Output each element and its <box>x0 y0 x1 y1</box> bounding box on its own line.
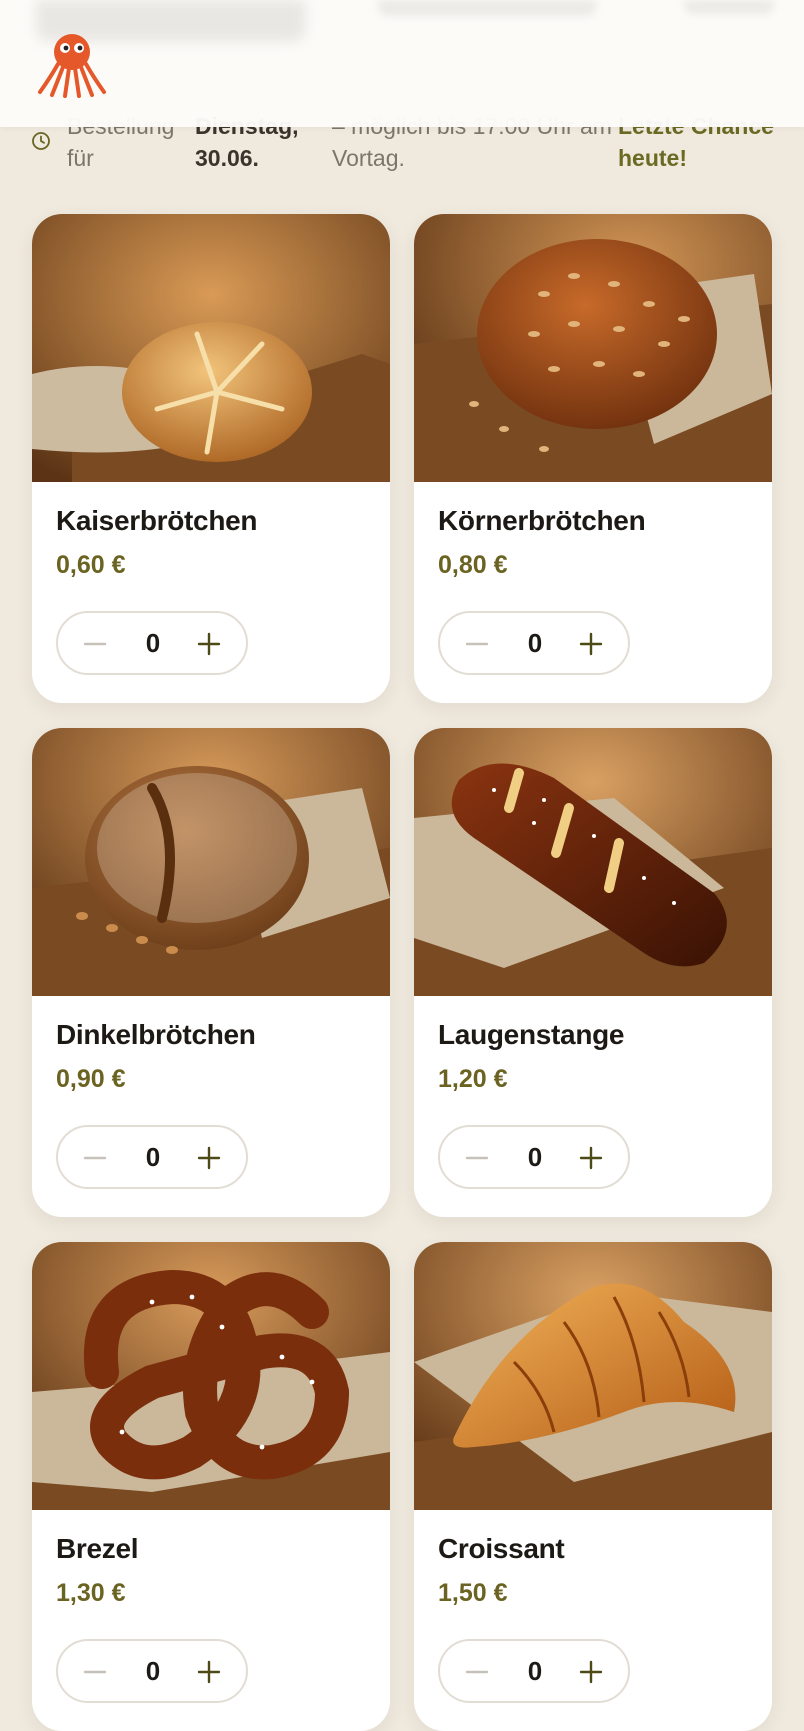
product-name: Körnerbrötchen <box>438 505 646 536</box>
product-image <box>32 214 390 482</box>
quantity-stepper: 0 <box>56 1639 248 1703</box>
plus-icon[interactable] <box>572 1653 610 1691</box>
header-blurred-element <box>378 0 596 16</box>
quantity-value: 0 <box>145 628 161 658</box>
dinkelbroetchen-image <box>32 728 390 996</box>
minus-icon[interactable] <box>458 1139 496 1177</box>
quantity-stepper: 0 <box>438 611 630 675</box>
minus-icon[interactable] <box>458 625 496 663</box>
product-price: 0,60 € <box>56 551 126 579</box>
product-image <box>32 728 390 996</box>
brezel-image <box>32 1242 390 1510</box>
product-name: Laugenstange <box>438 1019 625 1050</box>
product-image <box>414 214 772 482</box>
plus-icon[interactable] <box>190 1139 228 1177</box>
product-price: 1,50 € <box>438 1579 508 1607</box>
plus-icon[interactable] <box>190 625 228 663</box>
product-name: Brezel <box>56 1533 139 1564</box>
quantity-value: 0 <box>145 1142 161 1172</box>
product-name: Croissant <box>438 1533 565 1564</box>
product-image <box>414 1242 772 1510</box>
quantity-value: 0 <box>145 1656 161 1686</box>
product-card: Körnerbrötchen 0,80 € 0 <box>414 214 772 703</box>
quantity-value: 0 <box>527 628 543 658</box>
octopus-logo-icon[interactable] <box>36 30 108 98</box>
laugenstange-image <box>414 728 772 996</box>
plus-icon[interactable] <box>190 1653 228 1691</box>
product-image <box>414 728 772 996</box>
app-header <box>0 0 804 127</box>
minus-icon[interactable] <box>76 625 114 663</box>
product-name: Dinkelbrötchen <box>56 1019 256 1050</box>
product-card: Brezel 1,30 € 0 <box>32 1242 390 1731</box>
plus-icon[interactable] <box>572 625 610 663</box>
quantity-stepper: 0 <box>56 611 248 675</box>
product-image <box>32 1242 390 1510</box>
product-price: 0,80 € <box>438 551 508 579</box>
minus-icon[interactable] <box>458 1653 496 1691</box>
koernerbroetchen-image <box>414 214 772 482</box>
header-blurred-element <box>684 0 774 14</box>
product-card: Croissant 1,50 € 0 <box>414 1242 772 1731</box>
quantity-value: 0 <box>527 1656 543 1686</box>
quantity-stepper: 0 <box>56 1125 248 1189</box>
minus-icon[interactable] <box>76 1139 114 1177</box>
product-card: Kaiserbrötchen 0,60 € 0 <box>32 214 390 703</box>
minus-icon[interactable] <box>76 1653 114 1691</box>
product-card: Dinkelbrötchen 0,90 € 0 <box>32 728 390 1217</box>
product-name: Kaiserbrötchen <box>56 505 258 536</box>
croissant-image <box>414 1242 772 1510</box>
product-price: 1,30 € <box>56 1579 126 1607</box>
quantity-stepper: 0 <box>438 1639 630 1703</box>
clock-icon <box>32 132 50 150</box>
product-card: Laugenstange 1,20 € 0 <box>414 728 772 1217</box>
kaiserbroetchen-image <box>32 214 390 482</box>
plus-icon[interactable] <box>572 1139 610 1177</box>
product-price: 1,20 € <box>438 1065 508 1093</box>
quantity-stepper: 0 <box>438 1125 630 1189</box>
quantity-value: 0 <box>527 1142 543 1172</box>
product-price: 0,90 € <box>56 1065 126 1093</box>
